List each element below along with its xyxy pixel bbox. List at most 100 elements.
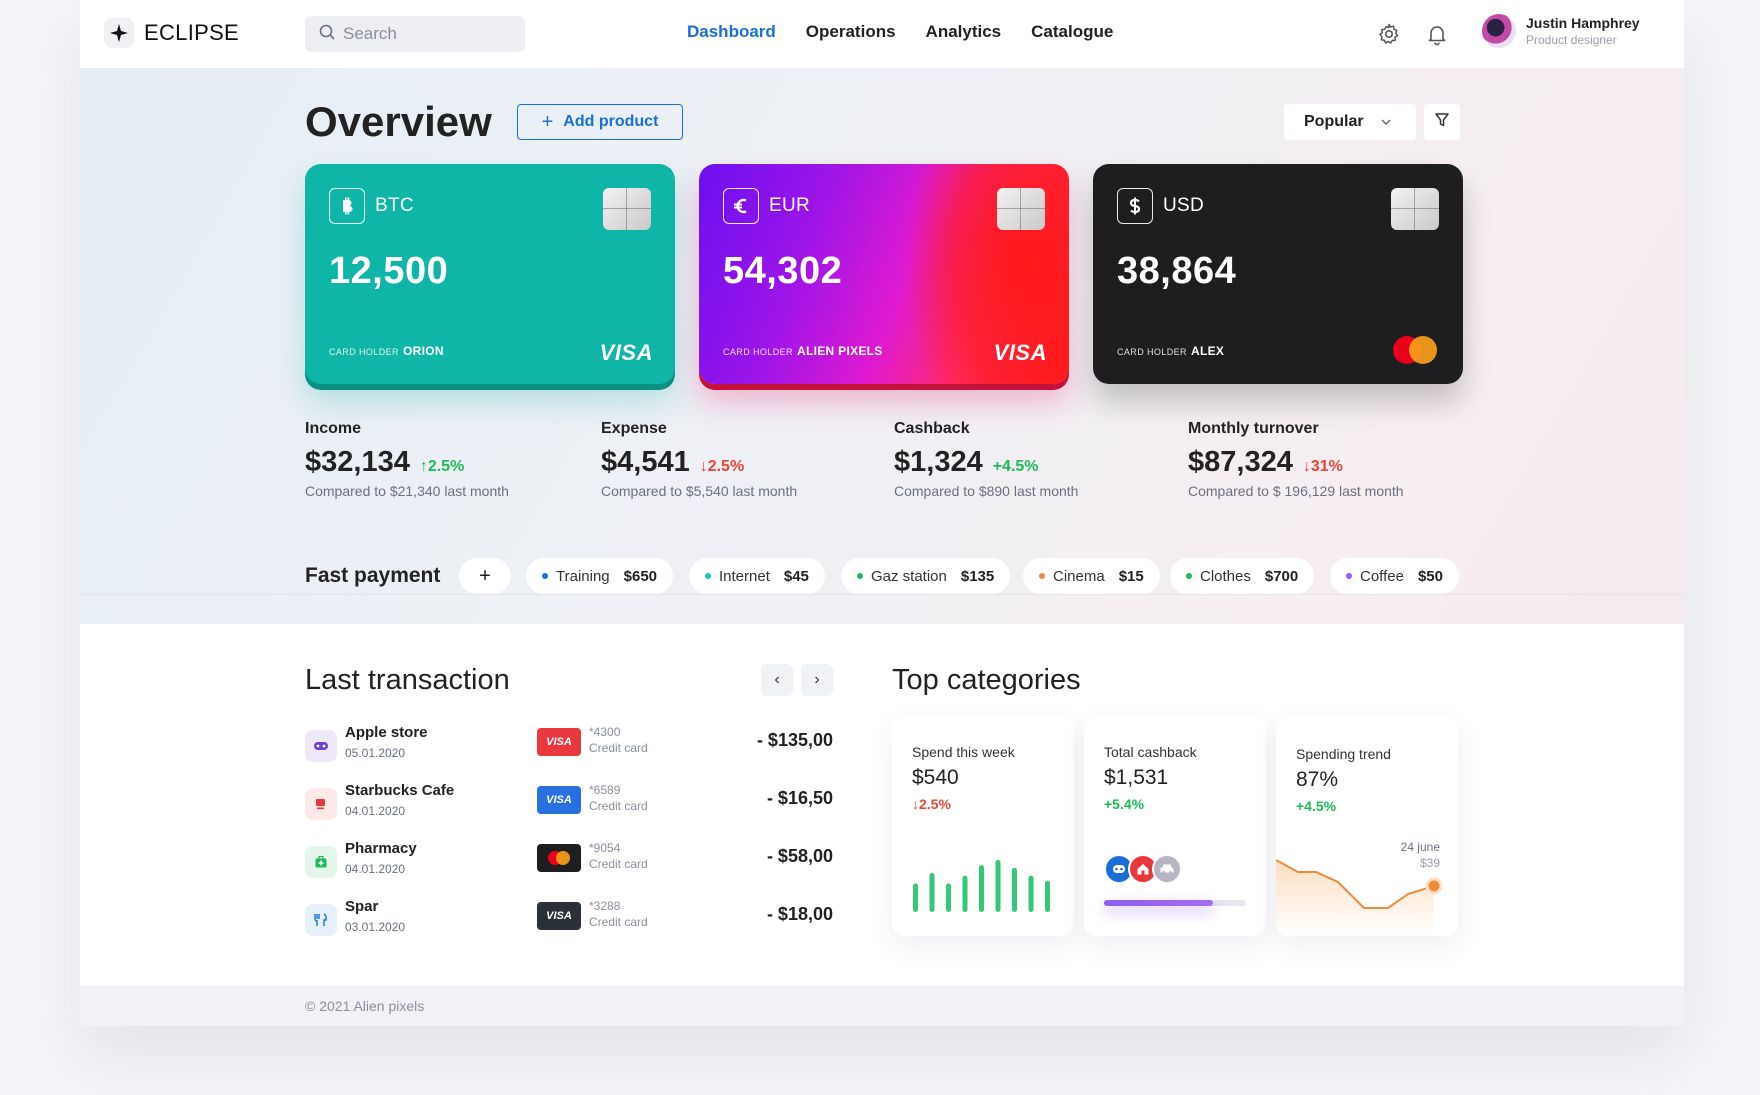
payment-amount: $50 [1417,567,1443,585]
transaction-row[interactable]: Pharmacy 04.01.2020 *9054 Credit card - … [305,840,833,884]
card-holder-name: ORION [403,344,444,358]
filter-button[interactable] [1424,104,1460,140]
fast-payment-chip[interactable]: Clothes $700 [1170,558,1315,594]
payment-name: Internet [719,567,770,585]
visa-logo: VISA [599,340,653,365]
stat-income: Income $32,134 ↑2.5% Compared to $21,340… [305,420,509,499]
spend-this-week-card[interactable]: Spend this week $540 ↓2.5% [892,716,1074,936]
stat-compare: Compared to $21,340 last month [305,483,509,499]
gamepad-icon [305,730,337,762]
user-menu[interactable]: Justin Hamphrey Product designer [1482,14,1640,48]
nav-catalogue[interactable]: Catalogue [1031,22,1113,42]
card-usd[interactable]: USD 38,864 CARD HOLDER ALEX [1093,164,1463,384]
gear-icon[interactable] [1377,22,1401,46]
stat-compare: Compared to $890 last month [894,483,1079,499]
total-cashback-card[interactable]: Total cashback $1,531 +5.4% [1084,716,1266,936]
weekly-bars-chart [913,860,1050,912]
transaction-amount: - $16,50 [766,788,833,808]
sparkle-icon [104,18,134,48]
stat-expense: Expense $4,541 ↓2.5% Compared to $5,540 … [601,420,797,499]
search-input[interactable] [343,24,513,44]
fast-payment-chip[interactable]: Internet $45 [689,558,825,594]
visa-logo: VISA [537,902,581,930]
add-product-button[interactable]: + Add product [517,104,683,140]
spend-bar [962,875,968,912]
card-btc[interactable]: BTC 12,500 CARD HOLDER ORION VISA [305,164,675,384]
spend-bar [913,883,918,912]
card-holder-name: ALEX [1191,344,1225,358]
merchant-name: Starbucks Cafe [345,782,455,799]
spending-trend-card[interactable]: Spending trend 87% +4.5% 24 june $39 [1276,716,1458,936]
search-box[interactable] [305,16,525,52]
nav-dashboard[interactable]: Dashboard [687,22,776,42]
mastercard-logo [1393,336,1439,364]
transaction-amount: - $135,00 [756,730,833,750]
brand-logo[interactable]: ECLIPSE [104,18,239,48]
card-type: Credit card [589,857,648,871]
card-type: Credit card [589,915,648,929]
stat-label: Expense [601,420,667,437]
top-categories-title: Top categories [892,664,1081,696]
last-transaction-title: Last transaction [305,664,510,696]
copyright-text: © 2021 Alien pixels [305,998,425,1014]
nav-operations[interactable]: Operations [806,22,896,42]
add-fast-payment-button[interactable]: + [459,558,511,594]
plus-icon: + [541,111,554,133]
card-eur[interactable]: EUR 54,302 CARD HOLDER ALIEN PIXELS VISA [699,164,1069,384]
trend-line-chart [1276,859,1443,936]
visa-logo: VISA [537,786,581,814]
prev-page-button[interactable]: ‹ [761,664,793,696]
card-balance: 54,302 [723,250,843,292]
next-page-button[interactable]: › [801,664,833,696]
card-holder-label: CARD HOLDER [329,347,399,357]
sort-value: Popular [1304,113,1364,130]
section-divider [80,594,1684,595]
nav-analytics[interactable]: Analytics [926,22,1002,42]
cashback-progress-track [1104,900,1246,906]
trend-marker[interactable] [1425,877,1443,895]
stat-label: Cashback [894,420,970,437]
fast-payment-chip[interactable]: Training $650 [526,558,674,594]
card-change: +5.4% [1104,796,1145,812]
dollar-icon [1117,188,1153,224]
stat-value: $32,134 [305,446,410,478]
stat-value: $4,541 [601,446,690,478]
fast-payment-chip[interactable]: Cinema $15 [1023,558,1160,594]
stat-change: +4.5% [992,458,1039,475]
card-value: $1,531 [1104,766,1169,789]
sort-dropdown[interactable]: Popular [1284,104,1416,140]
search-icon [319,24,335,45]
card-number: *9054 [589,841,621,855]
stat-cashback: Cashback $1,324 +4.5% Compared to $890 l… [894,420,1078,499]
card-balance: 38,864 [1117,250,1237,292]
stat-compare: Compared to $ 196,129 last month [1188,483,1404,499]
transaction-row[interactable]: Starbucks Cafe 04.01.2020 VISA *6589 Cre… [305,782,833,826]
fast-payment-chip[interactable]: Coffee $50 [1330,558,1459,594]
transaction-row[interactable]: Apple store 05.01.2020 VISA *4300 Credit… [305,724,833,768]
payment-amount: $135 [960,567,995,585]
transaction-date: 04.01.2020 [345,804,406,818]
avatar [1482,14,1516,48]
cutlery-icon [305,904,337,936]
card-type: Credit card [589,799,648,813]
car-icon [1152,854,1182,884]
merchant-name: Pharmacy [345,840,417,857]
card-holder-label: CARD HOLDER [723,347,793,357]
top-header: ECLIPSE Dashboard Operations Analytics C… [80,0,1684,68]
transaction-date: 04.01.2020 [345,862,406,876]
card-label: Total cashback [1104,744,1197,760]
stat-change: ↑2.5% [419,458,465,475]
transaction-row[interactable]: Spar 03.01.2020 VISA *3288 Credit card -… [305,898,833,942]
payment-name: Gaz station [871,567,947,585]
fast-payment-chip[interactable]: Gaz station $135 [841,558,1011,594]
bell-icon[interactable] [1425,22,1449,46]
payment-name: Training [556,567,610,585]
category-dot [542,573,548,579]
payment-amount: $650 [623,567,658,585]
coffee-cup-icon [305,788,337,820]
merchant-name: Apple store [345,724,428,741]
card-number: *6589 [589,783,621,797]
filter-icon [1434,112,1450,133]
transaction-amount: - $58,00 [766,846,833,866]
stat-monthly-turnover: Monthly turnover $87,324 ↓31% Compared t… [1188,420,1404,499]
